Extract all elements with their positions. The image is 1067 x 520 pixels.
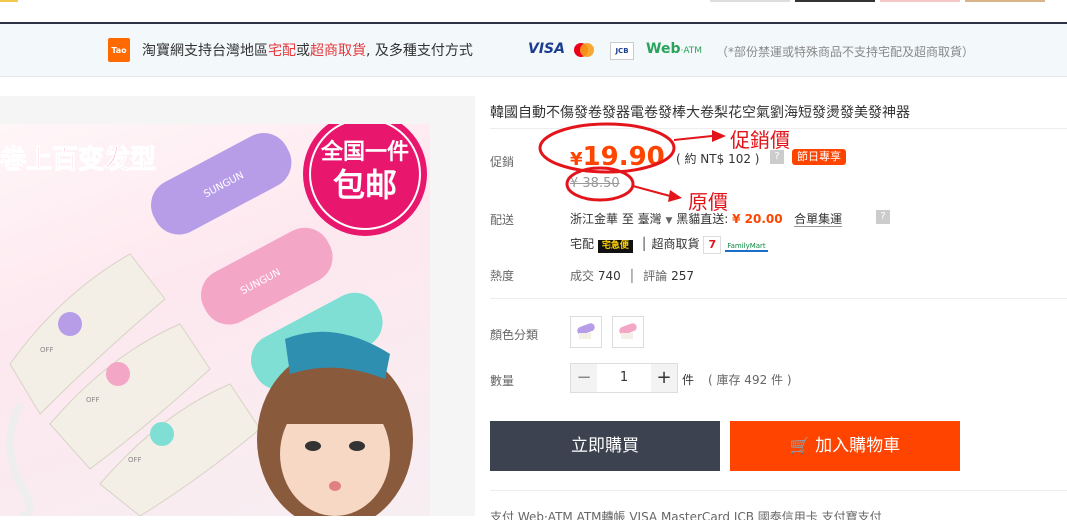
decrement-button[interactable]: −	[571, 364, 597, 392]
arrow-head	[668, 190, 682, 202]
slogan-left: 卷上百变发型	[0, 144, 156, 175]
wand-purple: SUNGUN	[151, 133, 292, 235]
top-thumb	[710, 0, 790, 2]
price-label: 促銷	[490, 155, 515, 169]
stock-info: ( 庫存 492 件 )	[708, 373, 792, 387]
top-thumb	[0, 0, 18, 2]
takkyubin-logo: 宅急便	[597, 240, 633, 253]
heat-stats: 成交 740 │ 評論 257	[570, 269, 694, 283]
payment-row: 支付 Web·ATM ATM轉帳 VISA MasterCard JCB 國泰信…	[490, 510, 882, 520]
slogan-circle: 全国一件 包邮	[303, 124, 427, 236]
svg-text:OFF: OFF	[40, 346, 54, 354]
svg-text:包邮: 包邮	[333, 166, 397, 204]
arrow-head	[712, 130, 726, 142]
heat-label: 熱度	[490, 269, 515, 283]
cart-icon: 🛒	[789, 436, 810, 455]
shipping-label: 配送	[490, 213, 515, 227]
quantity-unit: 件	[682, 373, 695, 387]
familymart-logo: FamilyMart	[725, 242, 768, 252]
svg-text:全国一件: 全国一件	[320, 139, 409, 165]
banner-note: （*部份禁運或特殊商品不支持宅配及超商取貨）	[716, 45, 975, 59]
help-icon[interactable]: ?	[876, 210, 890, 224]
mastercard-logo	[574, 43, 594, 57]
svg-text:OFF: OFF	[86, 396, 100, 404]
shipping-line: 浙江金華 至 臺灣 ▼ 黑貓直送: ¥ 20.00 合單集運	[570, 212, 843, 227]
add-to-cart-button[interactable]: 🛒 加入購物車	[730, 421, 960, 471]
chevron-down-icon: ▼	[665, 216, 673, 226]
color-option[interactable]	[570, 316, 602, 348]
product-photo: SUNGUN SUNGUN SUNGUN OFF OFF OFF	[0, 124, 427, 516]
top-thumb	[880, 0, 960, 2]
increment-button[interactable]: +	[651, 364, 677, 392]
destination-select[interactable]: 臺灣 ▼	[638, 212, 673, 226]
top-thumb	[965, 0, 1045, 2]
arrow-sale	[673, 135, 713, 141]
banner-text: 淘寶網支持台灣地區宅配或超商取貨, 及多種支付方式	[142, 43, 473, 59]
svg-text:OFF: OFF	[128, 456, 142, 464]
quantity-input[interactable]: 1	[597, 364, 651, 392]
shipping-methods: 宅配 宅急便 │ 超商取貨 7 FamilyMart	[570, 235, 768, 254]
taobao-bag-icon: Tao	[108, 38, 130, 62]
web-atm-logo: Web·ATM	[646, 41, 703, 57]
add-to-cart-label: 加入購物車	[815, 436, 901, 456]
top-strip	[0, 0, 1067, 22]
divider	[490, 490, 1067, 491]
color-option[interactable]	[612, 316, 644, 348]
sale-price-circle	[538, 122, 676, 174]
top-thumb	[795, 0, 875, 2]
quantity-label: 數量	[490, 374, 515, 388]
arrow-orig	[632, 185, 671, 197]
jcb-logo: JCB	[610, 42, 634, 60]
divider	[490, 298, 1067, 299]
color-label: 顏色分類	[490, 328, 539, 342]
quantity-stepper: − 1 +	[570, 363, 678, 393]
annotation-sale-label: 促銷價	[730, 128, 790, 152]
buy-now-button[interactable]: 立即購買	[490, 421, 720, 471]
promo-badge: 節日專享	[792, 149, 846, 165]
product-image[interactable]: SUNGUN SUNGUN SUNGUN OFF OFF OFF	[0, 124, 430, 516]
seven-eleven-logo: 7	[703, 236, 722, 254]
visa-logo: VISA	[528, 41, 565, 57]
